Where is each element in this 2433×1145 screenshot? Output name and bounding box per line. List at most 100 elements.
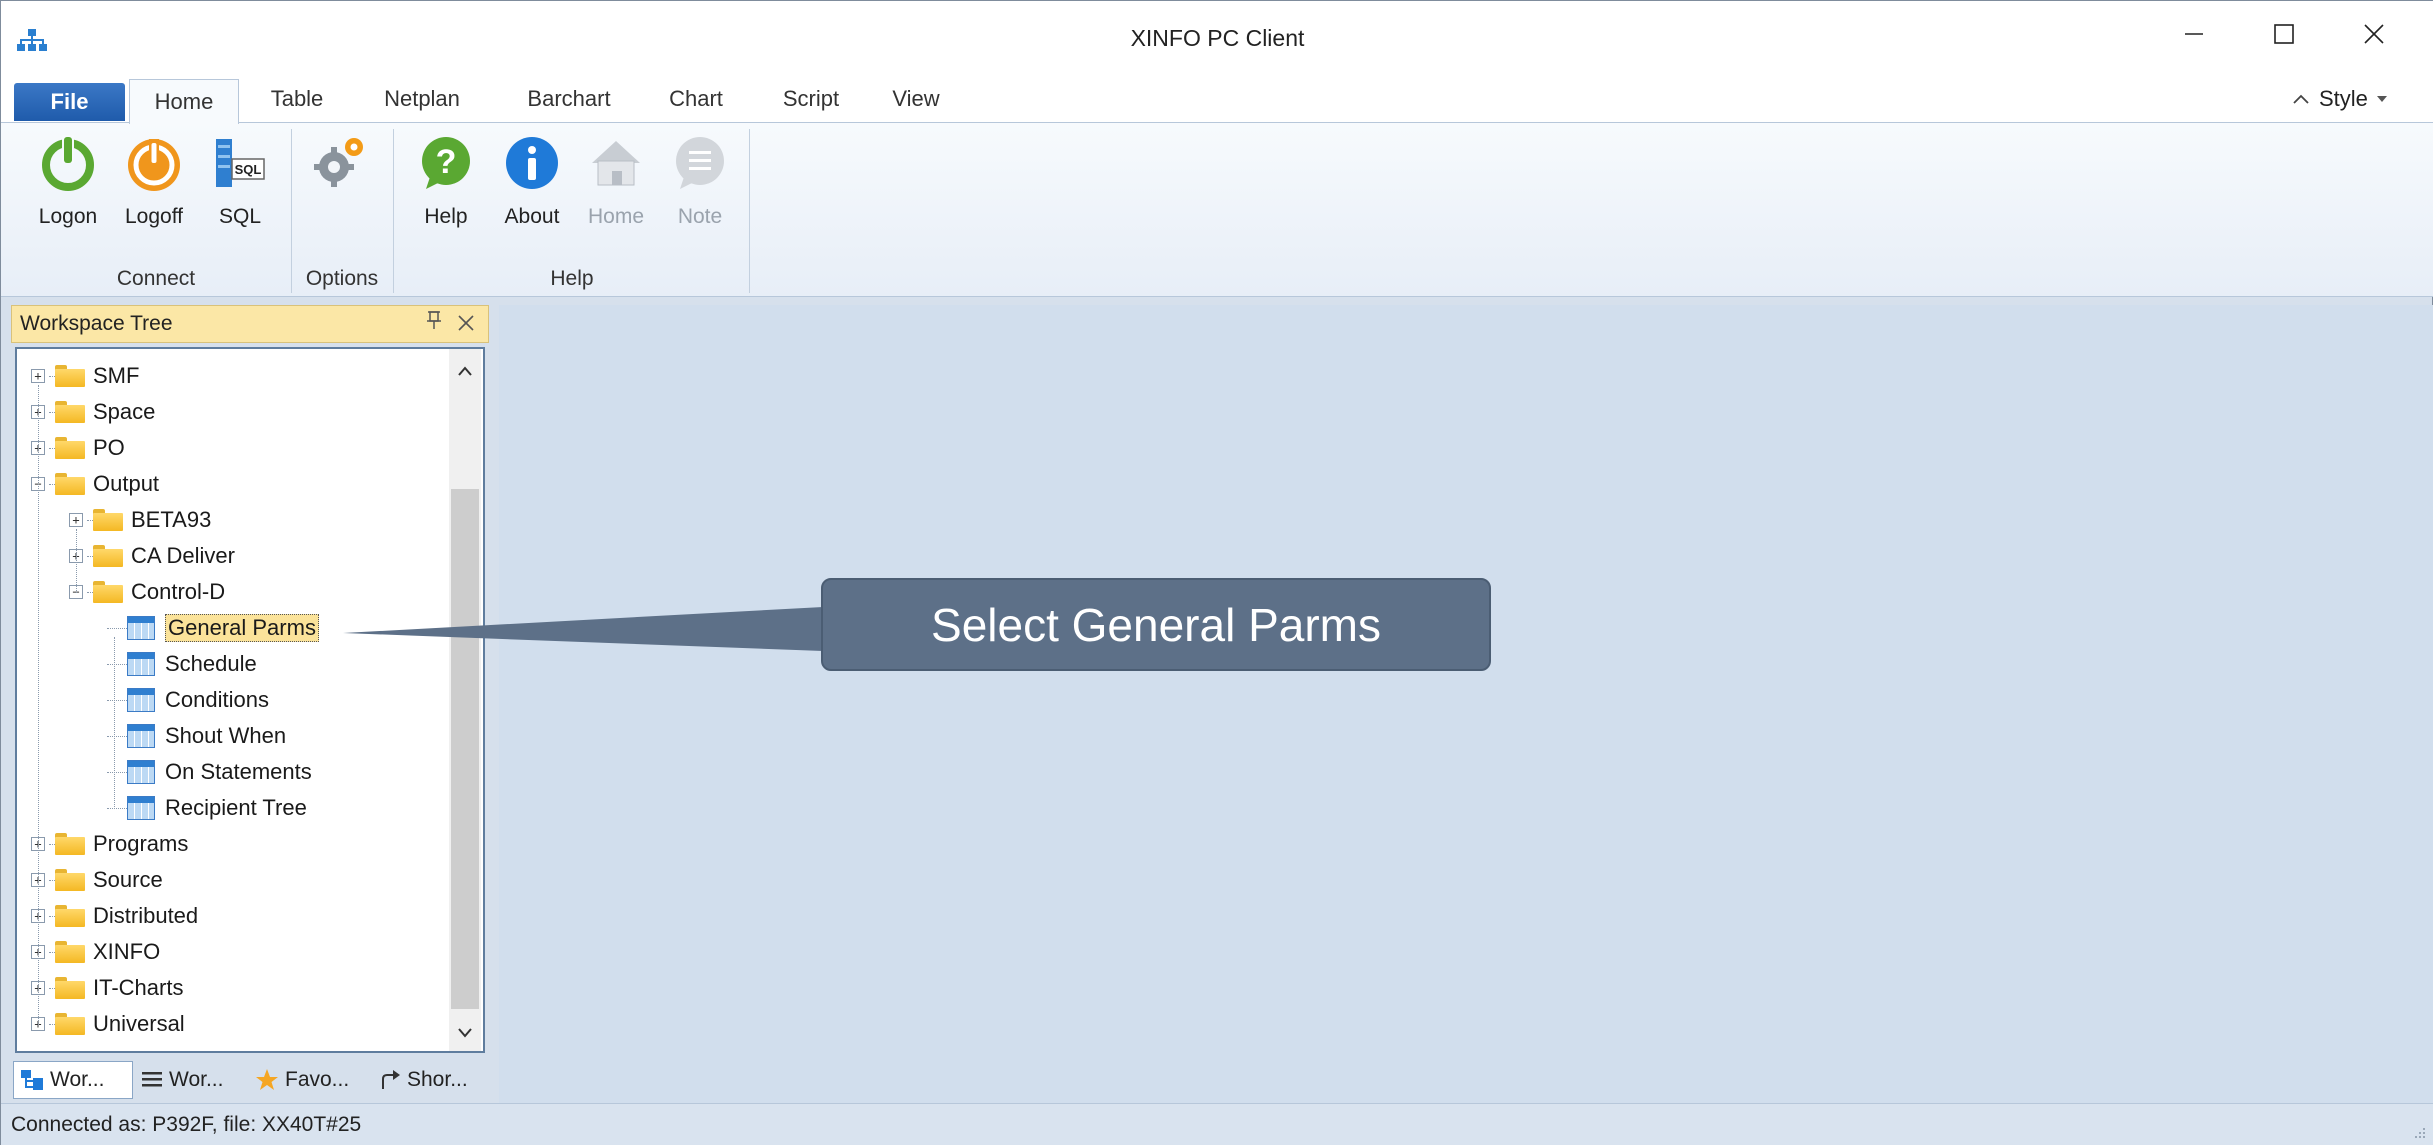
tree-node-label: IT-Charts xyxy=(93,975,184,1000)
tree-table-node[interactable]: General Parms xyxy=(107,611,319,645)
group-connect-label: Connect xyxy=(116,267,196,290)
maximize-icon xyxy=(2274,24,2294,44)
tree-node-label: Universal xyxy=(93,1011,185,1036)
close-button[interactable] xyxy=(2339,1,2409,67)
note-button[interactable]: Note xyxy=(665,133,735,229)
panel-tab-workspace-tree[interactable]: Wor... xyxy=(13,1061,133,1099)
pin-icon[interactable] xyxy=(424,309,444,339)
ribbon-tab-bar: File Home Table Netplan Barchart Chart S… xyxy=(1,75,2433,124)
sql-button[interactable]: SQL SQL xyxy=(205,133,275,229)
folder-icon xyxy=(93,581,123,603)
home-icon xyxy=(592,141,640,186)
tree-node-label: Schedule xyxy=(165,651,257,676)
tree-folder-node[interactable]: + XINFO xyxy=(31,935,160,969)
shortcut-arrow-icon xyxy=(382,1070,400,1089)
tab-netplan[interactable]: Netplan xyxy=(367,75,477,123)
tab-file[interactable]: File xyxy=(14,83,125,121)
folder-icon xyxy=(55,473,85,495)
folder-icon xyxy=(55,977,85,999)
app-window: XINFO PC Client File Home Table Netplan … xyxy=(0,0,2433,1145)
tree-folder-node[interactable]: − Control-D xyxy=(69,575,225,609)
main-workspace-area xyxy=(499,305,2433,1103)
tree-folder-node[interactable]: + Source xyxy=(31,863,163,897)
tree-node-label: Shout When xyxy=(165,723,287,748)
options-button[interactable] xyxy=(305,133,375,193)
scrollbar-thumb[interactable] xyxy=(451,489,479,1009)
workspace-tree-header: Workspace Tree xyxy=(11,305,489,343)
tree-node-label: BETA93 xyxy=(131,507,212,532)
tree-table-node[interactable]: On Statements xyxy=(107,755,312,789)
status-text: Connected as: P392F, file: XX40T#25 xyxy=(11,1113,362,1136)
workspace-tree: + SMF + Space + PO − Output + BETA93 + CA Deliver − C… xyxy=(15,347,485,1053)
resize-grip-icon[interactable] xyxy=(2409,1124,2427,1142)
scroll-up-arrow-icon[interactable] xyxy=(449,355,481,385)
panel-tab-favorites[interactable]: Favo... xyxy=(255,1061,375,1099)
tab-chart[interactable]: Chart xyxy=(656,75,736,123)
home-button[interactable]: Home xyxy=(581,133,651,229)
tree-folder-node[interactable]: − Output xyxy=(31,467,159,501)
tree-table-node[interactable]: Conditions xyxy=(107,683,269,717)
help-question-icon: ? xyxy=(422,137,470,189)
tree-guide-line xyxy=(76,529,77,593)
table-icon xyxy=(127,760,155,784)
logoff-button[interactable]: Logoff xyxy=(119,133,189,229)
tree-folder-node[interactable]: + Programs xyxy=(31,827,188,861)
help-button[interactable]: ? Help xyxy=(411,133,481,229)
tree-table-node[interactable]: Schedule xyxy=(107,647,257,681)
power-off-icon xyxy=(128,139,180,191)
chevron-down-icon xyxy=(2376,96,2387,102)
workspace-tree-panel: Workspace Tree + SMF + Space + PO − Output + BETA… xyxy=(11,305,489,1103)
info-icon xyxy=(506,137,558,189)
tree-table-node[interactable]: Recipient Tree xyxy=(107,791,307,825)
tree-folder-node[interactable]: + Distributed xyxy=(31,899,198,933)
about-button[interactable]: About xyxy=(497,133,567,229)
expand-icon[interactable]: + xyxy=(69,513,83,527)
folder-icon xyxy=(55,1013,85,1035)
tree-folder-node[interactable]: + BETA93 xyxy=(69,503,211,537)
tab-script[interactable]: Script xyxy=(766,75,856,123)
tab-view[interactable]: View xyxy=(881,75,951,123)
tree-node-label: Recipient Tree xyxy=(165,795,307,820)
folder-icon xyxy=(55,869,85,891)
tree-folder-node[interactable]: + Space xyxy=(31,395,155,429)
close-icon xyxy=(2364,24,2384,44)
maximize-button[interactable] xyxy=(2249,1,2319,67)
window-title: XINFO PC Client xyxy=(1130,25,1305,51)
collapse-ribbon-icon[interactable] xyxy=(2291,91,2311,107)
table-icon xyxy=(127,688,155,712)
instruction-callout: Select General Parms xyxy=(821,578,1491,671)
folder-icon xyxy=(55,941,85,963)
panel-title: Workspace Tree xyxy=(20,312,173,335)
style-menu[interactable]: Style xyxy=(2291,75,2388,123)
group-options-label: Options xyxy=(305,267,379,290)
panel-tab-label: Wor... xyxy=(169,1068,224,1091)
tab-table[interactable]: Table xyxy=(257,75,337,123)
tree-table-node[interactable]: Shout When xyxy=(107,719,286,753)
tree-folder-node[interactable]: + Universal xyxy=(31,1007,185,1041)
scroll-down-arrow-icon[interactable] xyxy=(449,1017,481,1047)
logon-button[interactable]: Logon xyxy=(33,133,103,229)
panel-tab-workspace-list[interactable]: Wor... xyxy=(141,1061,251,1099)
panel-tab-shortcuts[interactable]: Shor... xyxy=(379,1061,489,1099)
tree-folder-node[interactable]: + IT-Charts xyxy=(31,971,183,1005)
tree-folder-node[interactable]: + SMF xyxy=(31,359,139,393)
tree-guide-line xyxy=(38,385,39,1025)
table-icon xyxy=(127,652,155,676)
svg-text:SQL: SQL xyxy=(235,162,262,177)
panel-tab-label: Wor... xyxy=(50,1068,105,1091)
tree-connector xyxy=(107,771,127,773)
expand-icon[interactable]: + xyxy=(31,369,45,383)
minimize-button[interactable] xyxy=(2159,1,2229,67)
tab-barchart[interactable]: Barchart xyxy=(509,75,629,123)
folder-icon xyxy=(55,437,85,459)
sql-label: SQL xyxy=(218,205,262,228)
style-label: Style xyxy=(2319,86,2368,111)
tree-folder-node[interactable]: + CA Deliver xyxy=(69,539,235,573)
tree-folder-node[interactable]: + PO xyxy=(31,431,125,465)
logon-label: Logon xyxy=(38,205,98,228)
close-panel-icon[interactable] xyxy=(455,307,477,344)
tab-home[interactable]: Home xyxy=(129,79,239,124)
vertical-scrollbar[interactable] xyxy=(449,349,481,1051)
folder-icon xyxy=(55,833,85,855)
tree-node-label: PO xyxy=(93,435,125,460)
